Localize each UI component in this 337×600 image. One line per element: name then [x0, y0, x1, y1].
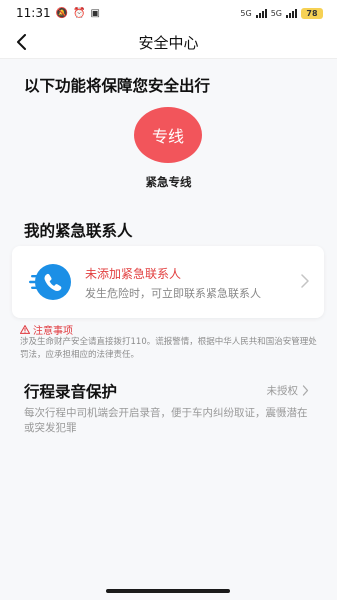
features-title: 以下功能将保障您安全出行	[24, 77, 211, 95]
home-indicator[interactable]	[106, 589, 230, 593]
chevron-right-icon	[301, 274, 309, 288]
page-title: 安全中心	[138, 33, 199, 52]
phone-icon	[29, 264, 71, 300]
battery-level: 78	[306, 8, 318, 18]
status-bar-right: 5G 5G 78	[240, 7, 323, 19]
emergency-line-button-text: 专线	[151, 127, 184, 146]
battery-icon: 78	[301, 7, 323, 19]
network-type-2: 5G	[270, 8, 282, 18]
contact-card-title: 未添加紧急联系人	[85, 267, 182, 281]
status-time: 11:31	[16, 6, 51, 20]
recording-description: 每次行程中司机端会开启录音，便于车内纠纷取证，震慑潜在或突发犯罪	[24, 407, 308, 434]
status-bar: 11:31 🔕 ⏰ ▣ 5G 5G 78	[0, 0, 337, 26]
emergency-line-button[interactable]: 专线	[134, 107, 202, 163]
alarm-icon: ⏰	[73, 7, 86, 19]
emergency-line-label: 紧急专线	[145, 175, 192, 189]
notice-heading: 注意事项	[20, 322, 73, 337]
notice-text: 涉及生命财产安全请直接拨打110。谎报警情，根据中华人民共和国治安管理处罚法，应…	[20, 337, 317, 360]
recording-title: 行程录音保护	[24, 383, 118, 401]
contact-card-description: 发生危险时，可立即联系紧急联系人	[85, 287, 261, 300]
contacts-title: 我的紧急联系人	[24, 222, 133, 240]
header: 安全中心	[0, 26, 337, 58]
nfc-icon: ▣	[90, 7, 100, 19]
back-button[interactable]	[10, 30, 34, 54]
notice-title: 注意事项	[33, 326, 73, 337]
recording-authorization-link[interactable]: 未授权	[267, 383, 310, 398]
mute-icon: 🔕	[55, 7, 69, 19]
warning-triangle-icon	[20, 325, 30, 334]
chevron-right-icon	[302, 385, 309, 396]
recording-status: 未授权	[266, 385, 299, 397]
network-type-1: 5G	[240, 8, 252, 18]
header-divider	[0, 58, 337, 59]
emergency-contact-card[interactable]: 未添加紧急联系人 发生危险时，可立即联系紧急联系人	[12, 246, 324, 318]
signal-icon	[255, 8, 267, 18]
signal-icon-2	[286, 8, 297, 18]
status-bar-left: 11:31 🔕 ⏰ ▣	[16, 6, 100, 20]
chevron-left-icon	[17, 34, 26, 50]
